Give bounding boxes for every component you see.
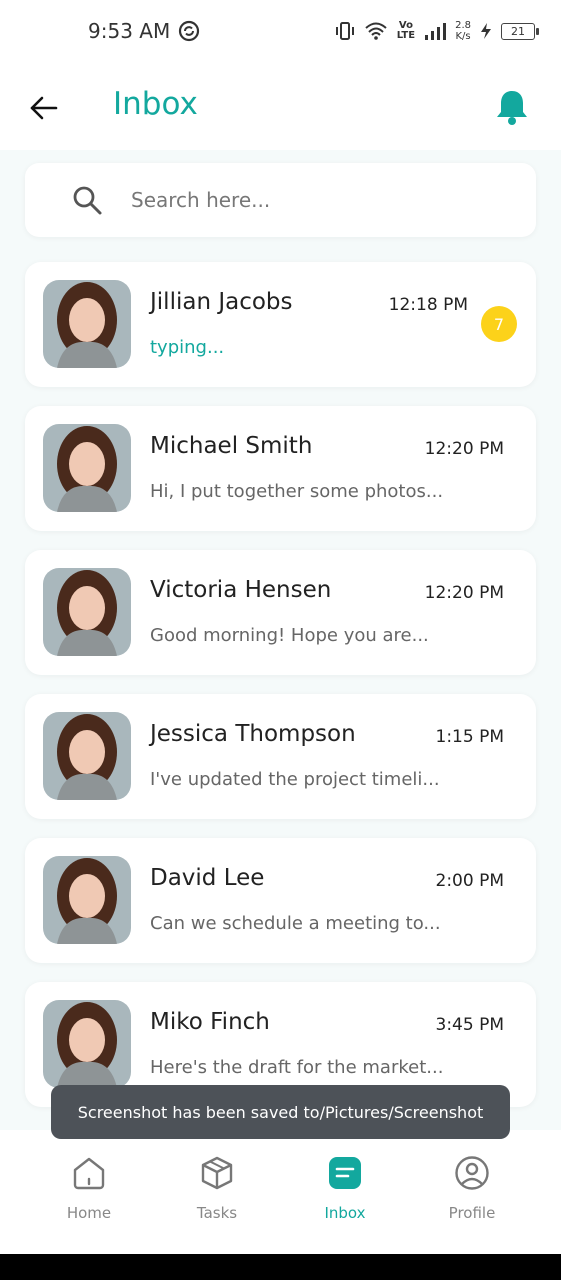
chat-item-david-lee[interactable]: David Lee 2:00 PM Can we schedule a meet…	[25, 838, 536, 963]
status-bar: 9:53 AM Vo LTE 2.8 K/s 21	[0, 0, 561, 62]
avatar-image	[43, 1000, 131, 1088]
chat-name: Miko Finch	[150, 1009, 270, 1035]
avatar-image	[43, 856, 131, 944]
chat-time: 12:18 PM	[388, 295, 468, 315]
search-bar[interactable]	[25, 163, 536, 237]
signal-icon	[425, 23, 447, 40]
chat-name: Michael Smith	[150, 433, 313, 459]
avatar-image	[43, 424, 131, 512]
nav-item-tasks[interactable]: Tasks	[162, 1154, 272, 1234]
chat-name: Jessica Thompson	[150, 721, 356, 747]
avatar	[43, 424, 131, 512]
chat-name: Victoria Hensen	[150, 577, 332, 603]
nav-item-profile[interactable]: Profile	[417, 1154, 527, 1234]
network-speed: 2.8 K/s	[455, 20, 471, 42]
avatar	[43, 712, 131, 800]
search-input[interactable]	[131, 181, 521, 219]
nav-label-profile: Profile	[448, 1204, 496, 1222]
status-right: Vo LTE 2.8 K/s 21	[335, 20, 539, 42]
chat-item-michael-smith[interactable]: Michael Smith 12:20 PM Hi, I put togethe…	[25, 406, 536, 531]
chat-name: David Lee	[150, 865, 265, 891]
chat-item-victoria-hensen[interactable]: Victoria Hensen 12:20 PM Good morning! H…	[25, 550, 536, 675]
chat-preview: Good morning! Hope you are...	[150, 625, 429, 646]
chat-name: Jillian Jacobs	[150, 289, 293, 315]
avatar-image	[43, 568, 131, 656]
chat-preview: I've updated the project timeli...	[150, 769, 440, 790]
chat-preview: Can we schedule a meeting to...	[150, 913, 441, 934]
avatar	[43, 280, 131, 368]
chat-time: 12:20 PM	[424, 583, 504, 603]
avatar	[43, 568, 131, 656]
avatar	[43, 856, 131, 944]
wifi-icon	[365, 22, 387, 40]
nav-item-home[interactable]: Home	[34, 1154, 144, 1234]
chat-item-jillian-jacobs[interactable]: Jillian Jacobs 12:18 PM typing... 7	[25, 262, 536, 387]
chat-preview: Hi, I put together some photos...	[150, 481, 444, 502]
volte-indicator: Vo LTE	[397, 21, 415, 41]
sync-status-icon	[179, 20, 200, 42]
inbox-icon	[329, 1157, 361, 1189]
avatar	[43, 1000, 131, 1088]
nav-item-inbox[interactable]: Inbox	[290, 1154, 400, 1234]
bottom-nav: Home Tasks Inbox Profile	[0, 1130, 561, 1254]
nav-label-inbox: Inbox	[324, 1204, 366, 1222]
status-left: 9:53 AM	[88, 19, 200, 43]
battery-level: 21	[511, 24, 525, 38]
search-icon	[73, 186, 102, 215]
app-header: Inbox	[0, 62, 561, 150]
chat-time: 2:00 PM	[435, 871, 505, 891]
box-icon	[201, 1156, 233, 1190]
home-icon	[73, 1157, 105, 1190]
system-nav-bar	[0, 1254, 561, 1280]
nav-label-home: Home	[66, 1204, 112, 1222]
arrow-left-icon[interactable]	[28, 92, 60, 124]
bell-icon[interactable]	[494, 88, 530, 126]
chat-time: 1:15 PM	[435, 727, 505, 747]
screenshot-toast: Screenshot has been saved to/Pictures/Sc…	[51, 1085, 510, 1139]
nav-label-tasks: Tasks	[196, 1204, 238, 1222]
chat-item-jessica-thompson[interactable]: Jessica Thompson 1:15 PM I've updated th…	[25, 694, 536, 819]
status-time: 9:53 AM	[88, 19, 171, 43]
chat-preview: Here's the draft for the market...	[150, 1057, 444, 1078]
vibrate-icon	[335, 22, 354, 40]
avatar-image	[43, 280, 131, 368]
chat-preview: typing...	[150, 337, 225, 358]
unread-badge: 7	[481, 306, 517, 342]
page-title: Inbox	[113, 86, 198, 122]
chat-time: 12:20 PM	[424, 439, 504, 459]
battery-indicator: 21	[501, 22, 539, 40]
volte-bottom: LTE	[396, 30, 416, 41]
chat-time: 3:45 PM	[435, 1015, 505, 1035]
toast-text: Screenshot has been saved to/Pictures/Sc…	[77, 1102, 484, 1122]
user-circle-icon	[455, 1156, 489, 1190]
network-speed-value: 2.8	[455, 20, 471, 31]
charging-icon	[481, 23, 491, 39]
network-speed-unit: K/s	[455, 31, 471, 42]
avatar-image	[43, 712, 131, 800]
